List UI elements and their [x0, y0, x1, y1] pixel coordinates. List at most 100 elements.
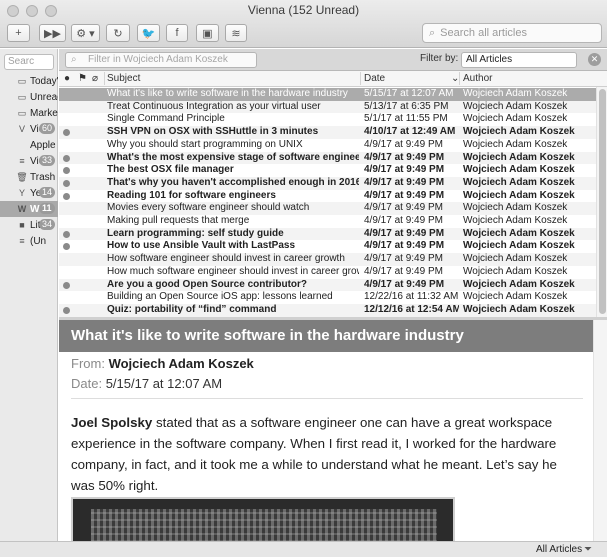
article-author-cell: Wojciech Adam Koszek — [463, 151, 575, 163]
date-column-header[interactable]: Date — [364, 73, 385, 84]
article-row[interactable]: Single Command Principle 5/1/17 at 11:55 … — [59, 113, 596, 126]
twitter-button[interactable]: 🐦 — [137, 24, 160, 42]
article-date-cell: 4/9/17 at 9:49 PM — [364, 164, 445, 176]
from-label: From: — [71, 356, 105, 371]
search-all-articles-field[interactable]: ⌕ Search all articles — [422, 23, 602, 43]
filter-funnel-icon[interactable]: ⏷ — [584, 544, 592, 555]
new-subscription-button[interactable]: + — [7, 24, 30, 42]
author-column-header[interactable]: Author — [463, 73, 492, 84]
article-row[interactable]: What's the most expensive stage of softw… — [59, 151, 596, 165]
feed-icon: ■ — [19, 219, 25, 230]
article-row[interactable]: Treat Continuous Integration as your vir… — [59, 100, 596, 114]
refresh-button[interactable]: ↻ — [106, 24, 130, 42]
article-author-cell: Wojciech Adam Koszek — [463, 215, 568, 226]
article-author-cell: Wojciech Adam Koszek — [463, 227, 575, 239]
article-list: ● ⚑ ⌀ Subject Date ⌄ Author What it's li… — [59, 71, 607, 317]
apple-icon — [16, 140, 28, 151]
article-date-cell: 12/12/16 at 12:54 AM — [364, 303, 459, 315]
date-label: Date: — [71, 376, 103, 391]
flag-column-icon[interactable]: ⚑ — [78, 73, 87, 84]
sidebar-item[interactable]: W Wc 11 — [0, 201, 58, 217]
article-pane-scrollbar[interactable] — [593, 320, 607, 541]
article-row[interactable]: Learn programming: self study guide 4/9/1… — [59, 227, 596, 241]
smart-folder-icon: ▭ — [17, 75, 27, 86]
search-all-placeholder: Search all articles — [440, 27, 527, 39]
article-row[interactable]: The best OSX file manager 4/9/17 at 9:49 … — [59, 164, 596, 177]
article-row[interactable]: How to use Ansible Vault with LastPass 4/… — [59, 240, 596, 253]
article-row[interactable]: SSH VPN on OSX with SSHuttle in 3 minute… — [59, 126, 596, 139]
article-author-cell: Wojciech Adam Koszek — [463, 138, 568, 150]
rss-icon: ≡ — [19, 235, 25, 246]
article-author-cell: Wojciech Adam Koszek — [463, 113, 568, 125]
article-date-cell: 4/9/17 at 9:49 PM — [364, 189, 445, 201]
new-subscription-icon: + — [15, 27, 22, 39]
header-divider — [71, 398, 583, 399]
read-status-column-icon[interactable]: ● — [64, 73, 70, 84]
article-row[interactable]: Building an Open Source iOS app: lessons… — [59, 291, 596, 304]
filter-by-select[interactable]: All Articles — [461, 52, 577, 68]
unread-dot-icon — [63, 192, 70, 200]
sidebar-item[interactable]: ▭Unread — [0, 89, 58, 105]
sidebar-item-label: Apple — [30, 139, 56, 151]
layers-button[interactable]: ≋ — [225, 24, 247, 42]
article-date-cell: 4/9/17 at 9:49 PM — [364, 227, 445, 239]
subject-column-header[interactable]: Subject — [107, 73, 140, 84]
attachment-column-icon[interactable]: ⌀ — [92, 73, 98, 84]
article-row[interactable]: Quiz: portability of “find” command 12/12… — [59, 303, 596, 317]
article-author-cell: Wojciech Adam Koszek — [463, 240, 575, 252]
sidebar-item[interactable]: Y Ye 14 — [0, 185, 58, 201]
article-date-cell: 4/9/17 at 9:49 PM — [364, 202, 443, 214]
article-row[interactable]: That's why you haven't accomplished enou… — [59, 176, 596, 190]
sidebar-item[interactable]: ▭ Marke — [0, 105, 58, 121]
article-subject: Building an Open Source iOS app: lessons… — [107, 291, 333, 303]
article-subject: Single Command Principle — [107, 113, 225, 125]
article-body-link[interactable]: Joel Spolsky — [71, 415, 152, 430]
article-date-cell: 4/9/17 at 9:49 PM — [364, 240, 445, 252]
status-filter-text: All Articles — [536, 544, 583, 555]
article-date: 5/15/17 at 12:07 AM — [105, 376, 223, 391]
article-row[interactable]: What it's like to write software in the … — [59, 88, 596, 101]
article-subject: Reading 101 for software engineers — [107, 189, 276, 201]
article-row[interactable]: Reading 101 for software engineers 4/9/17… — [59, 190, 596, 203]
sidebar-item[interactable]: ≡ (Un — [0, 233, 58, 249]
filter-articles-field[interactable]: ⌕ Filter in Wojciech Adam Koszek — [65, 52, 257, 68]
article-subject: What's the most expensive stage of softw… — [107, 151, 359, 163]
article-row[interactable]: Making pull requests that merge 4/9/17 at… — [59, 215, 596, 228]
sidebar-item[interactable]: ■ Lit 34 — [0, 217, 58, 233]
article-date-cell: 12/22/16 at 11:32 AM — [364, 291, 459, 303]
sidebar-item[interactable]: ≡ Vie 33 — [0, 153, 58, 169]
feed-icon: W — [17, 203, 27, 214]
article-subject: Are you a good Open Source contributor? — [107, 278, 308, 290]
article-row[interactable]: Why you should start programming on UNIX… — [59, 139, 596, 152]
article-row[interactable]: How much software engineer should invest… — [59, 266, 596, 279]
unread-dot-icon — [63, 281, 70, 289]
article-row[interactable]: How software engineer should invest in c… — [59, 253, 596, 266]
sidebar-item[interactable]: Apple — [0, 137, 58, 153]
action-menu-button[interactable]: ⚙ ▾ — [71, 24, 100, 42]
close-filter-bar-icon[interactable]: ✕ — [588, 53, 601, 66]
unread-dot-icon — [63, 230, 70, 238]
article-subject: Learn programming: self study guide — [107, 227, 284, 239]
sidebar-item[interactable]: V Vie 60 — [0, 121, 58, 137]
sidebar-item[interactable]: ▭ Today' — [0, 73, 58, 89]
article-date-cell: 5/1/17 at 11:55 PM — [364, 113, 448, 125]
unread-dot-icon — [63, 154, 70, 162]
styles-button[interactable]: ▣ — [196, 24, 219, 42]
feed-icon: V — [18, 123, 25, 134]
scrollbar-thumb[interactable] — [599, 89, 606, 314]
article-title[interactable]: What it's like to write software in the … — [59, 320, 593, 352]
skip-to-next-unread-button[interactable]: ▶▶ — [39, 24, 66, 42]
refresh-icon: ↻ — [113, 27, 123, 40]
filter-bar: ⌕ Filter in Wojciech Adam Koszek Filter … — [59, 49, 607, 71]
article-author-cell: Wojciech Adam Koszek — [463, 88, 568, 99]
article-date-cell: 4/9/17 at 9:49 PM — [364, 176, 445, 188]
article-row[interactable]: Are you a good Open Source contributor? 4… — [59, 278, 596, 292]
article-date-cell: 5/15/17 at 12:07 AM — [364, 88, 454, 99]
facebook-button[interactable]: f — [166, 24, 188, 42]
skip-to-next-unread-icon: ▶▶ — [44, 27, 61, 40]
article-row[interactable]: Movies every software engineer should wa… — [59, 202, 596, 215]
article-list-scrollbar[interactable] — [596, 87, 607, 317]
sidebar-item-label: Marke — [30, 107, 58, 119]
sidebar-item[interactable]: 🗑 Trash — [0, 169, 58, 185]
sidebar-search-field[interactable]: Searc — [4, 54, 54, 70]
